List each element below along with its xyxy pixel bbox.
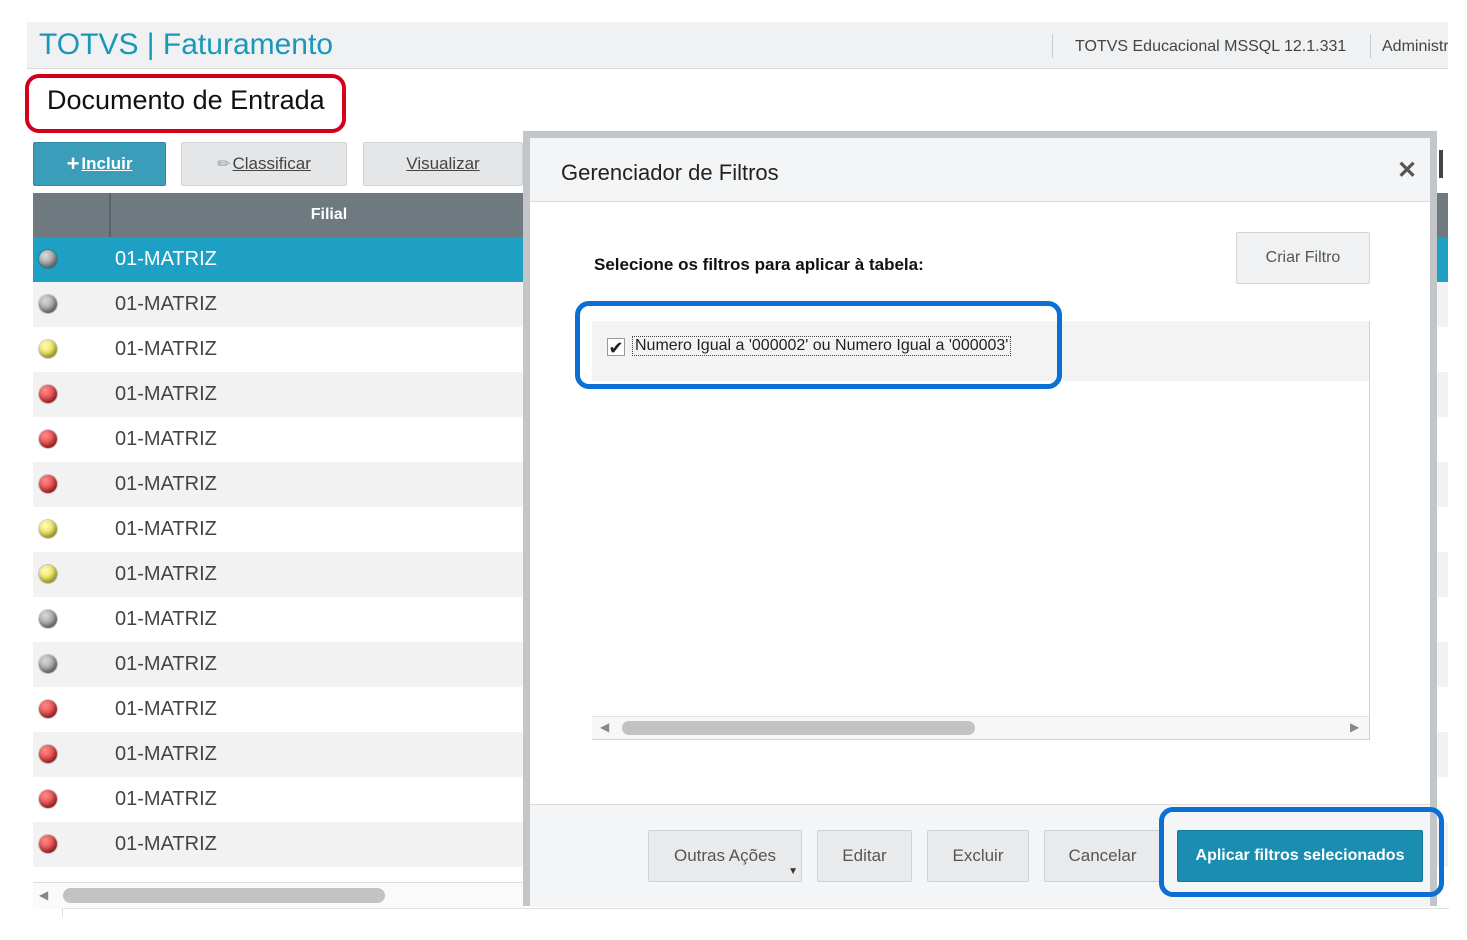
status-gray-icon	[39, 250, 57, 268]
app-header: TOTVS | Faturamento TOTVS Educacional MS…	[27, 22, 1448, 69]
filial-cell: 01-MATRIZ	[115, 428, 217, 450]
status-yellow-icon	[39, 520, 57, 538]
scrollbar-thumb[interactable]	[622, 721, 975, 735]
filial-cell: 01-MATRIZ	[115, 743, 217, 765]
filial-cell: 01-MATRIZ	[115, 563, 217, 585]
toolbar-edge	[1439, 150, 1443, 178]
app-title: TOTVS | Faturamento	[39, 28, 334, 61]
classificar-label: Classificar	[232, 154, 311, 173]
filial-cell: 01-MATRIZ	[115, 383, 217, 405]
filter-list-scrollbar[interactable]: ◀ ▶	[592, 716, 1369, 739]
environment-label: TOTVS Educacional MSSQL 12.1.331	[1075, 38, 1347, 55]
edit-button[interactable]: Editar	[817, 830, 912, 882]
incluir-button[interactable]: + Incluir	[33, 142, 166, 186]
filial-cell: 01-MATRIZ	[115, 608, 217, 630]
filial-cell: 01-MATRIZ	[115, 698, 217, 720]
filter-instruction: Selecione os filtros para aplicar à tabe…	[594, 255, 924, 274]
scroll-left-icon[interactable]: ◀	[39, 888, 48, 902]
header-divider	[1052, 34, 1053, 58]
status-gray-icon	[39, 655, 57, 673]
apply-button-highlight	[1159, 807, 1444, 897]
status-red-icon	[39, 385, 57, 403]
filial-cell: 01-MATRIZ	[115, 338, 217, 360]
filial-cell: 01-MATRIZ	[115, 518, 217, 540]
status-red-icon	[39, 835, 57, 853]
close-icon[interactable]: ✕	[1397, 156, 1417, 185]
filter-highlight	[575, 301, 1062, 389]
cancel-button[interactable]: Cancelar	[1044, 830, 1161, 882]
header-divider	[1370, 34, 1371, 58]
scrollbar-thumb[interactable]	[63, 888, 385, 903]
scroll-left-icon[interactable]: ◀	[600, 720, 609, 734]
filial-column-header[interactable]: Filial	[111, 193, 547, 237]
dialog-header: Gerenciador de Filtros ✕	[530, 138, 1430, 202]
delete-button[interactable]: Excluir	[927, 830, 1029, 882]
filial-cell: 01-MATRIZ	[115, 788, 217, 810]
dialog-title: Gerenciador de Filtros	[561, 160, 779, 185]
status-yellow-icon	[39, 565, 57, 583]
status-red-icon	[39, 700, 57, 718]
status-red-icon	[39, 430, 57, 448]
status-red-icon	[39, 475, 57, 493]
status-yellow-icon	[39, 340, 57, 358]
pencil-icon: ✏	[217, 156, 231, 173]
scroll-right-icon[interactable]: ▶	[1350, 720, 1359, 734]
filter-manager-dialog: Gerenciador de Filtros ✕ Selecione os fi…	[523, 131, 1437, 907]
grid-footer-border	[62, 908, 1449, 917]
plus-icon: +	[66, 151, 80, 176]
status-column-header[interactable]	[33, 193, 111, 237]
other-actions-button[interactable]: Outras Ações ▼	[648, 830, 802, 882]
visualizar-button[interactable]: Visualizar	[363, 142, 523, 186]
incluir-label: Incluir	[81, 154, 133, 173]
status-gray-icon	[39, 610, 57, 628]
create-filter-button[interactable]: Criar Filtro	[1236, 232, 1370, 284]
status-gray-icon	[39, 295, 57, 313]
filial-cell: 01-MATRIZ	[115, 833, 217, 855]
other-actions-label: Outras Ações	[673, 846, 777, 865]
status-red-icon	[39, 790, 57, 808]
status-red-icon	[39, 745, 57, 763]
filial-cell: 01-MATRIZ	[115, 473, 217, 495]
user-menu[interactable]: Administr	[1382, 38, 1448, 56]
classificar-button[interactable]: ✏ Classificar	[181, 142, 347, 186]
page-title: Documento de Entrada	[47, 85, 325, 115]
filial-cell: 01-MATRIZ	[115, 653, 217, 675]
grid-horizontal-scrollbar[interactable]: ◀	[33, 882, 523, 909]
visualizar-label: Visualizar	[406, 154, 480, 173]
filial-cell: 01-MATRIZ	[115, 293, 217, 315]
caret-down-icon: ▼	[788, 866, 798, 877]
filial-cell: 01-MATRIZ	[115, 248, 217, 270]
